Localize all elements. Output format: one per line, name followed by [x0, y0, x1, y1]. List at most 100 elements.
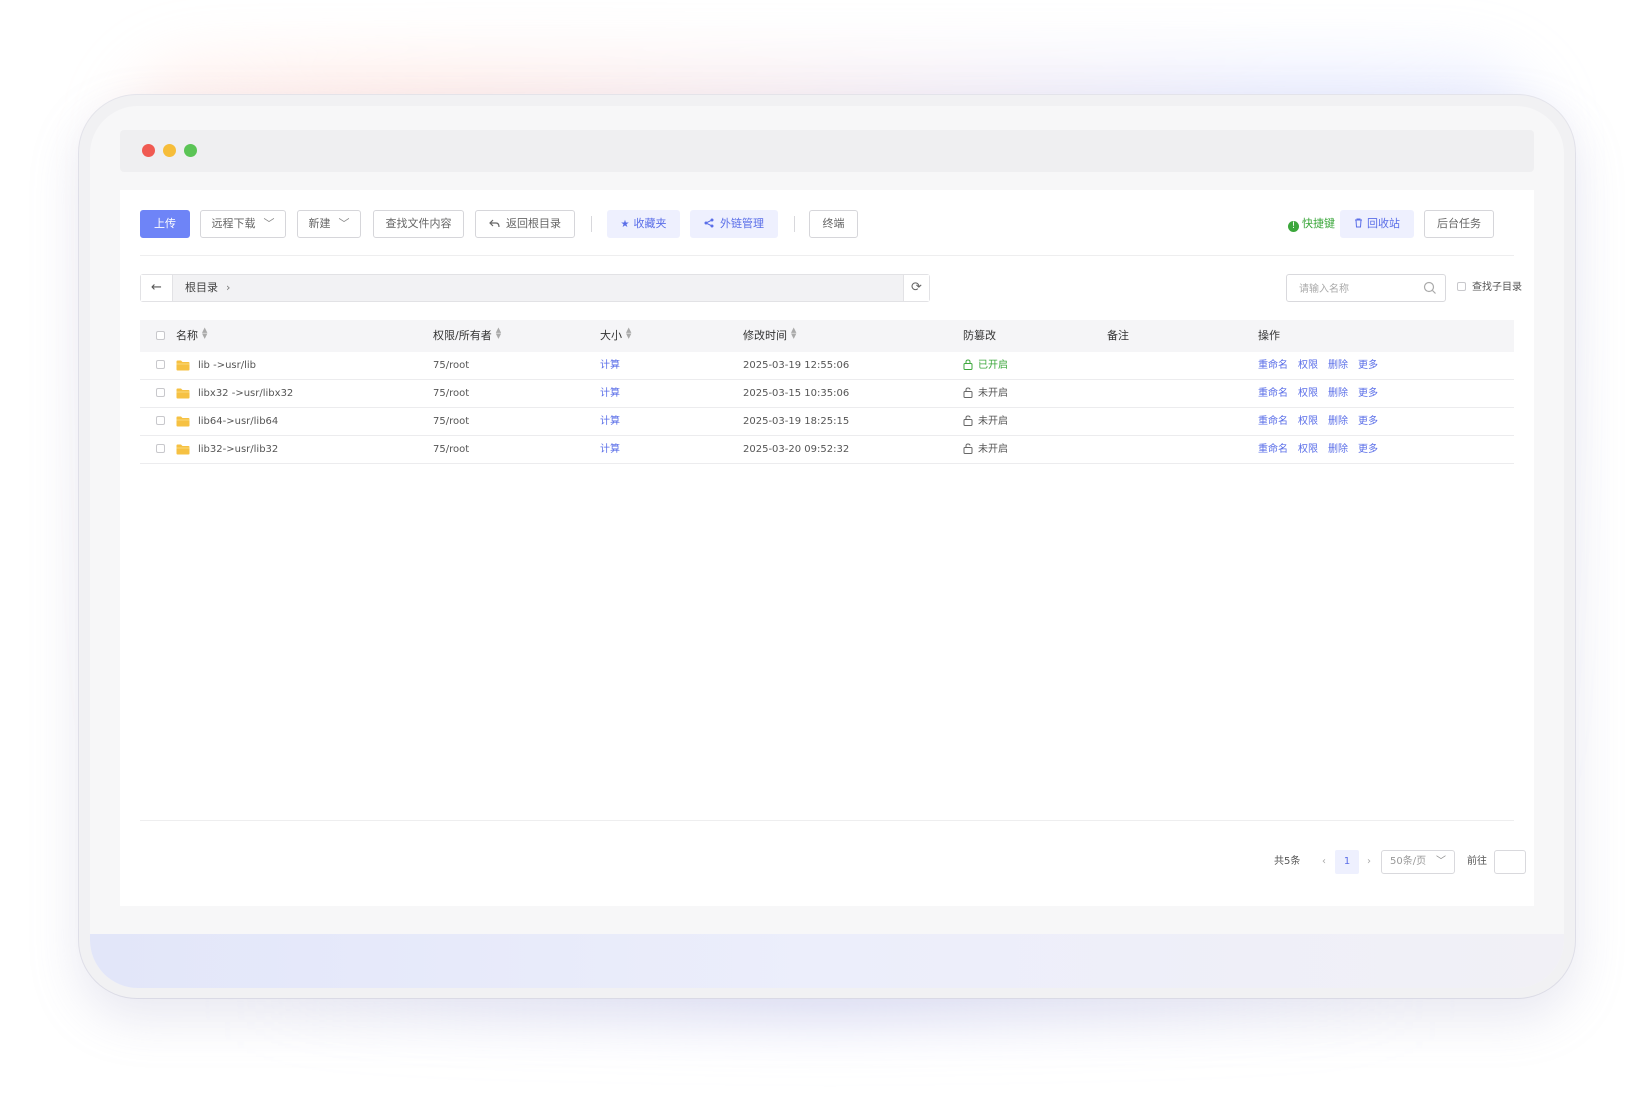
file-name[interactable]: libx32 ->usr/libx32 — [198, 380, 293, 407]
header-perm-owner-label: 权限/所有者 — [433, 329, 492, 342]
file-perm-owner[interactable]: 75/root — [433, 380, 469, 407]
row-checkbox[interactable] — [156, 416, 165, 425]
chevron-down-icon: ﹀ — [338, 217, 350, 230]
terminal-label: 终端 — [822, 217, 845, 230]
table-row[interactable]: libx32 ->usr/libx32 75/root 计算 2025-03-15 1… — [140, 380, 1514, 408]
permission-link[interactable]: 权限 — [1298, 360, 1318, 371]
background-tasks-button[interactable]: 后台任务 — [1424, 210, 1494, 238]
header-mtime-label: 修改时间 — [743, 329, 787, 342]
permission-link[interactable]: 权限 — [1298, 388, 1318, 399]
toolbar-divider — [140, 255, 1514, 256]
search-subdir-checkbox[interactable] — [1457, 282, 1466, 291]
back-root-button[interactable]: 返回根目录 — [475, 210, 575, 238]
file-perm-owner[interactable]: 75/root — [433, 408, 469, 435]
table-row[interactable]: lib64->usr/lib64 75/root 计算 2025-03-19 18:2… — [140, 408, 1514, 436]
row-checkbox[interactable] — [156, 360, 165, 369]
terminal-button[interactable]: 终端 — [809, 210, 858, 238]
recycle-bin-button[interactable]: 回收站 — [1340, 210, 1414, 238]
search-input[interactable] — [1299, 281, 1419, 297]
rename-link[interactable]: 重命名 — [1258, 444, 1288, 455]
file-size-calc-link[interactable]: 计算 — [600, 436, 620, 463]
permission-link[interactable]: 权限 — [1298, 416, 1318, 427]
delete-link[interactable]: 删除 — [1328, 360, 1348, 371]
breadcrumb[interactable]: 根目录 › — [185, 275, 230, 301]
tamper-status[interactable]: 未开启 — [963, 380, 1008, 407]
pagination: 共5条 ‹ 1 › 50条/页 ﹀ 前往 — [140, 850, 1526, 874]
rename-link[interactable]: 重命名 — [1258, 388, 1288, 399]
header-perm-owner[interactable]: 权限/所有者 ▲ ▼ — [433, 320, 501, 352]
more-link[interactable]: 更多 — [1358, 416, 1378, 427]
goto-page-input[interactable] — [1494, 850, 1526, 874]
hotkey-link[interactable]: ! 快捷键 — [1288, 210, 1335, 238]
file-name[interactable]: lib32->usr/lib32 — [198, 436, 278, 463]
return-arrow-icon — [489, 219, 500, 228]
delete-link[interactable]: 删除 — [1328, 416, 1348, 427]
favorites-button[interactable]: ★ 收藏夹 — [607, 210, 680, 238]
chevron-right-icon[interactable]: › — [1367, 850, 1371, 874]
maximize-window-dot[interactable] — [184, 144, 197, 157]
row-checkbox[interactable] — [156, 388, 165, 397]
upload-button[interactable]: 上传 — [140, 210, 190, 238]
header-size-label: 大小 — [600, 329, 622, 342]
search-icon[interactable] — [1423, 281, 1437, 295]
lock-icon — [963, 359, 973, 370]
minimize-window-dot[interactable] — [163, 144, 176, 157]
table-row[interactable]: lib ->usr/lib 75/root 计算 2025-03-19 12:55:0… — [140, 352, 1514, 380]
file-perm-owner[interactable]: 75/root — [433, 352, 469, 379]
unlock-icon — [963, 415, 973, 426]
sort-icon: ▲ ▼ — [791, 326, 797, 340]
chevron-left-icon[interactable]: ‹ — [1322, 850, 1326, 874]
delete-link[interactable]: 删除 — [1328, 388, 1348, 399]
table-row[interactable]: lib32->usr/lib32 75/root 计算 2025-03-20 09:5… — [140, 436, 1514, 464]
arrow-left-icon[interactable]: ← — [141, 275, 173, 301]
file-name[interactable]: lib ->usr/lib — [198, 352, 256, 379]
new-label: 新建 — [308, 217, 331, 230]
header-name[interactable]: 名称 ▲ ▼ — [176, 320, 207, 352]
refresh-icon[interactable]: ⟳ — [903, 275, 929, 301]
footer-divider — [140, 820, 1514, 821]
star-icon: ★ — [620, 219, 630, 230]
file-size-calc-link[interactable]: 计算 — [600, 380, 620, 407]
external-links-label: 外链管理 — [720, 217, 764, 230]
tamper-status[interactable]: 未开启 — [963, 436, 1008, 463]
pagination-total: 共5条 — [1274, 856, 1301, 867]
toolbar-separator — [591, 216, 592, 232]
delete-link[interactable]: 删除 — [1328, 444, 1348, 455]
select-all-checkbox[interactable] — [156, 331, 165, 340]
header-mtime[interactable]: 修改时间 ▲ ▼ — [743, 320, 796, 352]
close-window-dot[interactable] — [142, 144, 155, 157]
file-manager-panel: 上传 远程下载 ﹀ 新建 ﹀ 查找文件内容 返回根目录 ★ 收藏夹 外链管理 终端 !… — [120, 190, 1534, 906]
more-link[interactable]: 更多 — [1358, 444, 1378, 455]
file-mtime: 2025-03-19 18:25:15 — [743, 416, 850, 427]
row-checkbox[interactable] — [156, 444, 165, 453]
page-size-select[interactable]: 50条/页 ﹀ — [1381, 850, 1455, 874]
header-size[interactable]: 大小 ▲ ▼ — [600, 320, 631, 352]
new-button[interactable]: 新建 ﹀ — [297, 210, 361, 238]
file-size-calc-link[interactable]: 计算 — [600, 352, 620, 379]
remote-download-label: 远程下载 — [211, 217, 256, 230]
find-content-button[interactable]: 查找文件内容 — [373, 210, 464, 238]
rename-link[interactable]: 重命名 — [1258, 416, 1288, 427]
more-link[interactable]: 更多 — [1358, 360, 1378, 371]
path-bar[interactable]: ← 根目录 › ⟳ — [140, 274, 930, 302]
rename-link[interactable]: 重命名 — [1258, 360, 1288, 371]
file-size-calc-link[interactable]: 计算 — [600, 408, 620, 435]
permission-link[interactable]: 权限 — [1298, 444, 1318, 455]
more-link[interactable]: 更多 — [1358, 388, 1378, 399]
page-number-current[interactable]: 1 — [1335, 850, 1359, 874]
breadcrumb-root[interactable]: 根目录 — [185, 281, 218, 294]
remote-download-button[interactable]: 远程下载 ﹀ — [200, 210, 286, 238]
window-titlebar — [120, 130, 1534, 172]
file-mtime: 2025-03-15 10:35:06 — [743, 388, 850, 399]
tamper-status[interactable]: 已开启 — [963, 352, 1008, 379]
search-subdir-option[interactable]: 查找子目录 — [1457, 274, 1522, 302]
file-perm-owner[interactable]: 75/root — [433, 436, 469, 463]
file-name[interactable]: lib64->usr/lib64 — [198, 408, 278, 435]
goto-label: 前往 — [1467, 856, 1487, 867]
tamper-status[interactable]: 未开启 — [963, 408, 1008, 435]
bottom-gradient-band — [90, 934, 1564, 988]
search-box — [1286, 274, 1446, 302]
external-links-button[interactable]: 外链管理 — [690, 210, 778, 238]
folder-icon — [176, 360, 190, 371]
sort-icon: ▲ ▼ — [202, 326, 208, 340]
